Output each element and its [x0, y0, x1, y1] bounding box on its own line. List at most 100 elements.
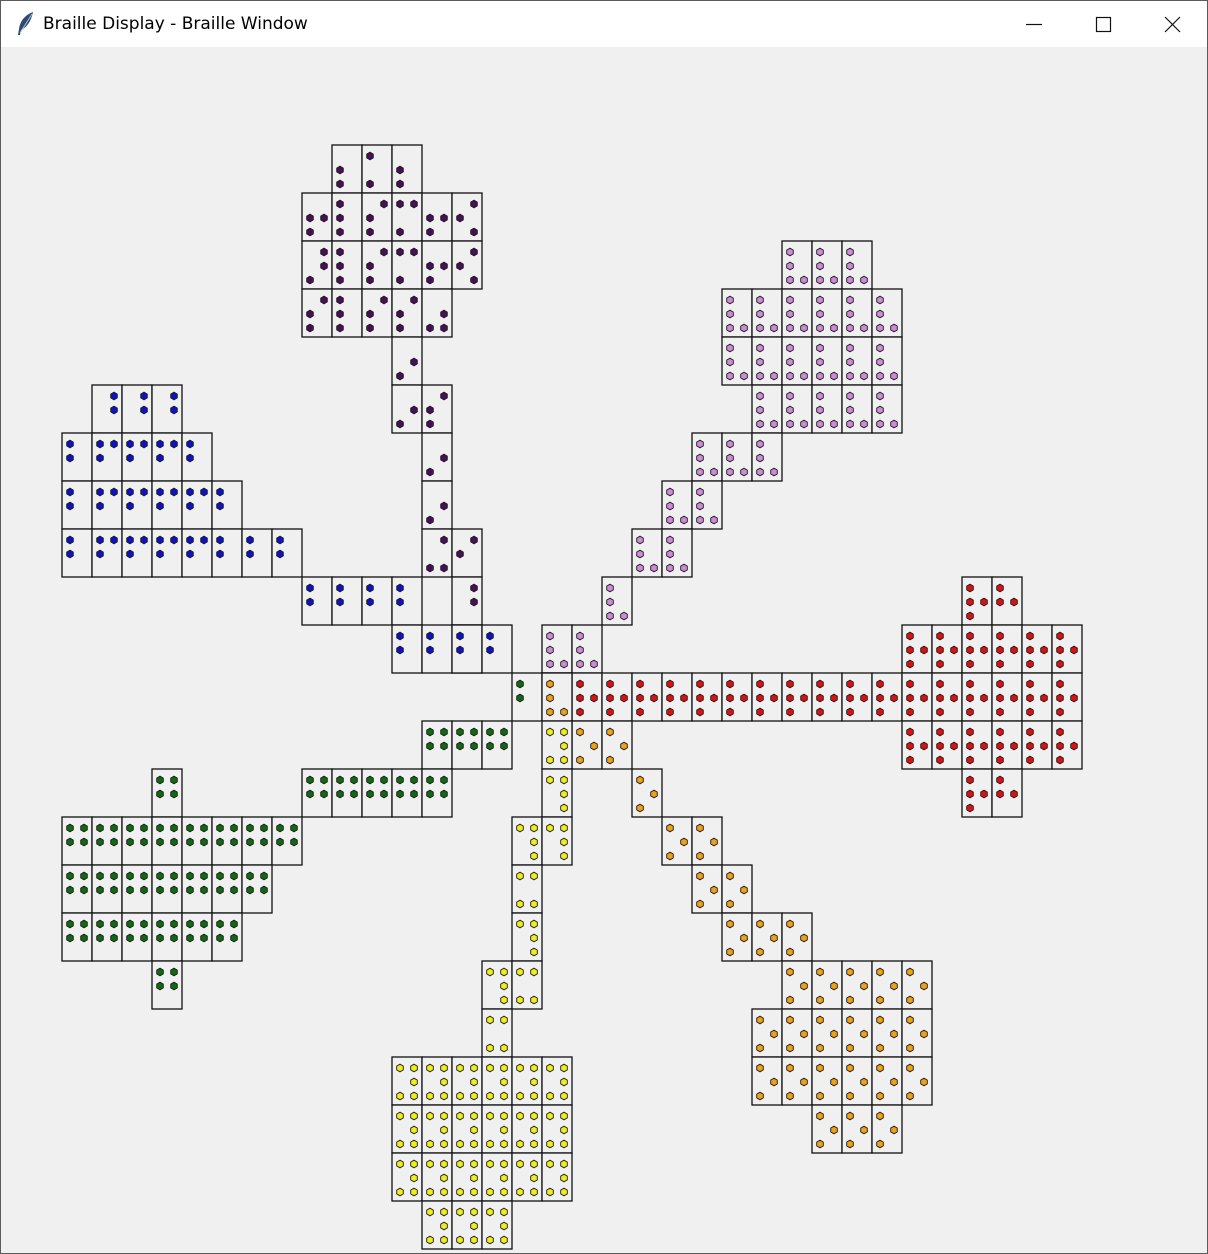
braille-dot — [366, 583, 374, 593]
braille-dot — [336, 309, 344, 319]
braille-dot — [890, 371, 898, 381]
braille-dot — [876, 1043, 884, 1053]
braille-dot — [140, 405, 148, 415]
braille-dot — [996, 775, 1004, 785]
braille-dot — [1010, 693, 1018, 703]
braille-dot — [546, 693, 554, 703]
braille-dot — [186, 453, 194, 463]
braille-dot — [726, 919, 734, 929]
braille-cell — [61, 912, 93, 962]
braille-dot — [740, 323, 748, 333]
maximize-button[interactable] — [1068, 1, 1138, 47]
braille-dot — [186, 837, 194, 847]
braille-cell — [811, 240, 843, 290]
braille-dot — [606, 707, 614, 717]
braille-dot — [170, 967, 178, 977]
braille-dot — [816, 323, 824, 333]
braille-dot — [470, 275, 478, 285]
braille-dot — [140, 535, 148, 545]
braille-dot — [560, 1159, 568, 1169]
braille-dot — [306, 275, 314, 285]
close-button[interactable] — [1137, 1, 1207, 47]
braille-cell — [391, 576, 423, 626]
braille-dot — [786, 707, 794, 717]
braille-dot — [756, 679, 764, 689]
braille-dot — [140, 487, 148, 497]
braille-cell — [661, 672, 693, 722]
title-bar[interactable]: Braille Display - Braille Window — [1, 1, 1207, 47]
braille-dot — [230, 823, 238, 833]
braille-dot — [470, 1235, 478, 1245]
braille-dot — [770, 371, 778, 381]
braille-dot — [530, 851, 538, 861]
braille-cell — [901, 624, 933, 674]
braille-dot — [756, 1043, 764, 1053]
braille-dot — [486, 1207, 494, 1217]
braille-cell — [61, 432, 93, 482]
braille-dot — [516, 995, 524, 1005]
braille-dot — [876, 1111, 884, 1121]
braille-dot — [966, 789, 974, 799]
braille-dot — [876, 371, 884, 381]
braille-cell — [871, 1056, 903, 1106]
braille-dot — [920, 645, 928, 655]
braille-dot — [666, 487, 674, 497]
braille-dot — [816, 357, 824, 367]
braille-dot — [890, 1077, 898, 1087]
braille-dot — [140, 391, 148, 401]
braille-dot — [830, 1125, 838, 1135]
braille-dot — [1010, 597, 1018, 607]
braille-dot — [966, 693, 974, 703]
braille-dot — [170, 487, 178, 497]
braille-dot — [156, 885, 164, 895]
braille-dot — [516, 1187, 524, 1197]
braille-dot — [816, 261, 824, 271]
braille-dot — [816, 1015, 824, 1025]
braille-cell — [61, 528, 93, 578]
braille-cell — [301, 576, 333, 626]
braille-dot — [396, 1063, 404, 1073]
braille-dot — [110, 919, 118, 929]
braille-dot — [186, 549, 194, 559]
braille-dot — [890, 1125, 898, 1135]
braille-dot — [740, 371, 748, 381]
braille-dot — [920, 1029, 928, 1039]
braille-dot — [800, 1077, 808, 1087]
braille-dot — [156, 981, 164, 991]
braille-dot — [66, 535, 74, 545]
braille-cell — [811, 960, 843, 1010]
braille-cell — [751, 912, 783, 962]
braille-cell — [241, 816, 273, 866]
braille-cell — [391, 768, 423, 818]
braille-dot — [170, 919, 178, 929]
braille-dot — [366, 179, 374, 189]
braille-dot — [440, 1091, 448, 1101]
braille-dot — [786, 1015, 794, 1025]
close-icon — [1164, 16, 1181, 33]
braille-dot — [500, 727, 508, 737]
braille-dot — [366, 323, 374, 333]
braille-dot — [320, 261, 328, 271]
braille-dot — [546, 707, 554, 717]
braille-dot — [530, 1063, 538, 1073]
braille-cell — [751, 1056, 783, 1106]
braille-dot — [756, 453, 764, 463]
braille-dot — [530, 1091, 538, 1101]
braille-cell — [691, 432, 723, 482]
braille-cell — [721, 288, 753, 338]
braille-dot — [470, 1111, 478, 1121]
braille-dot — [126, 535, 134, 545]
braille-dot — [876, 1015, 884, 1025]
braille-dot — [366, 275, 374, 285]
braille-dot — [470, 1139, 478, 1149]
minimize-button[interactable] — [999, 1, 1069, 47]
braille-dot — [440, 391, 448, 401]
braille-dot — [996, 597, 1004, 607]
braille-cell — [151, 432, 183, 482]
braille-dot — [440, 501, 448, 511]
braille-dot — [770, 1029, 778, 1039]
braille-cell — [1021, 624, 1053, 674]
braille-dot — [936, 755, 944, 765]
braille-cell — [571, 624, 603, 674]
braille-dot — [576, 707, 584, 717]
